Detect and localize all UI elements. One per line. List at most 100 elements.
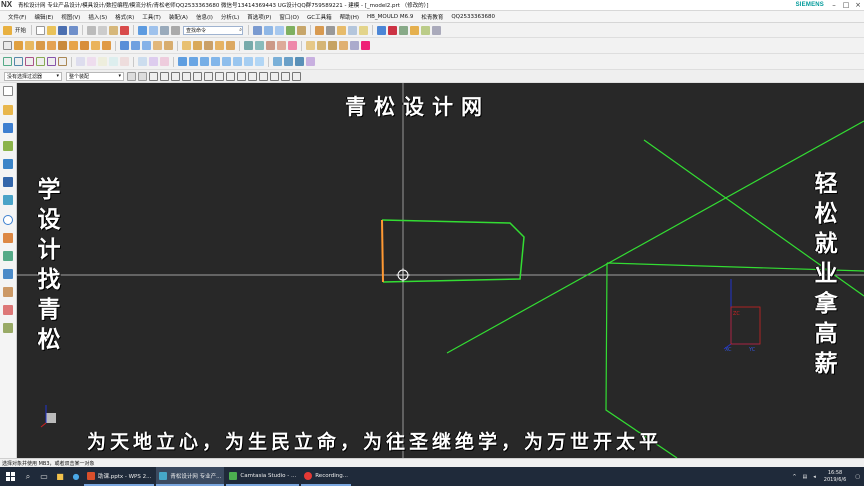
- synchronous-icon[interactable]: [361, 41, 370, 50]
- intersect-curve-icon[interactable]: [98, 57, 107, 66]
- edge-blend-icon[interactable]: [182, 41, 191, 50]
- subtract-icon[interactable]: [131, 41, 140, 50]
- trim-sheet-icon[interactable]: [273, 57, 282, 66]
- deselect-icon[interactable]: [138, 71, 147, 81]
- network-icon[interactable]: ▤: [800, 474, 811, 480]
- replace-face-icon[interactable]: [277, 41, 286, 50]
- menu-assembly[interactable]: 装配(A): [165, 13, 192, 21]
- select-all-icon[interactable]: [127, 71, 136, 81]
- swept-icon[interactable]: [200, 57, 209, 66]
- menu-format[interactable]: 格式(R): [111, 13, 138, 21]
- save-as-icon[interactable]: [69, 25, 79, 35]
- taskbar-app-nx[interactable]: 青松设计网 专业产...: [156, 467, 225, 486]
- selection-filter-dropdown[interactable]: 没有选择过滤器 ▾: [4, 71, 62, 81]
- offset-curve-icon[interactable]: [76, 57, 85, 66]
- pocket-icon[interactable]: [58, 41, 67, 50]
- process-studio-icon[interactable]: [3, 251, 13, 261]
- menu-information[interactable]: 信息(I): [192, 13, 217, 21]
- extend-sheet-icon[interactable]: [284, 57, 293, 66]
- delete-icon[interactable]: [120, 25, 130, 35]
- manufacturing-wizards-icon[interactable]: [3, 269, 13, 279]
- close-button[interactable]: ×: [852, 1, 864, 9]
- snap-pole-icon[interactable]: [292, 71, 301, 81]
- snap-intersection-icon[interactable]: [182, 71, 191, 81]
- snap-icon[interactable]: [388, 25, 398, 35]
- helix-icon[interactable]: [47, 57, 56, 66]
- trim-body-icon[interactable]: [153, 41, 162, 50]
- menu-qq[interactable]: QQ2533363680: [447, 14, 499, 20]
- bridge-curve-icon[interactable]: [109, 57, 118, 66]
- menu-songqing[interactable]: 松青教育: [417, 13, 447, 21]
- x-form-icon[interactable]: [306, 57, 315, 66]
- offset-surface-icon[interactable]: [295, 57, 304, 66]
- hole-icon[interactable]: [36, 41, 45, 50]
- through-mesh-icon[interactable]: [189, 57, 198, 66]
- orient-view-icon[interactable]: [337, 25, 347, 35]
- snap-arc-center-icon[interactable]: [259, 71, 268, 81]
- measure-icon[interactable]: [399, 25, 409, 35]
- through-curves-icon[interactable]: [178, 57, 187, 66]
- hd3d-tools-icon[interactable]: [3, 177, 13, 187]
- menu-view[interactable]: 视图(V): [57, 13, 84, 21]
- move-face-icon[interactable]: [266, 41, 275, 50]
- bounded-plane-icon[interactable]: [233, 57, 242, 66]
- save-icon[interactable]: [58, 25, 68, 35]
- circle-icon[interactable]: [25, 57, 34, 66]
- menu-tools[interactable]: 工具(T): [138, 13, 165, 21]
- snap-control-icon[interactable]: [171, 71, 180, 81]
- touch-mode-icon[interactable]: [171, 25, 181, 35]
- snap-endpoint-icon[interactable]: [149, 71, 158, 81]
- snap-on-face-icon[interactable]: [226, 71, 235, 81]
- chamfer-icon[interactable]: [193, 41, 202, 50]
- repeat-command-icon[interactable]: [160, 25, 170, 35]
- copy-icon[interactable]: [98, 25, 108, 35]
- wireframe-view-icon[interactable]: [326, 25, 336, 35]
- browser-icon[interactable]: ●: [68, 467, 84, 486]
- trim-curve-icon[interactable]: [138, 57, 147, 66]
- intersect-icon[interactable]: [142, 41, 151, 50]
- snap-tangent-icon[interactable]: [270, 71, 279, 81]
- material-icon[interactable]: [421, 25, 431, 35]
- text-icon[interactable]: [58, 57, 67, 66]
- menu-gc-toolkit[interactable]: GC工具箱: [303, 13, 336, 21]
- layout-icon[interactable]: [253, 25, 263, 35]
- revolve-icon[interactable]: [25, 41, 34, 50]
- taskbar-app-wps[interactable]: 助课.pptx - WPS 2...: [84, 467, 155, 486]
- undo-icon[interactable]: [138, 25, 148, 35]
- snap-bounded-grid-icon[interactable]: [281, 71, 290, 81]
- grid-icon[interactable]: [432, 25, 442, 35]
- menu-help[interactable]: 帮助(H): [336, 13, 363, 21]
- volume-icon[interactable]: ◂: [810, 474, 819, 480]
- highlighted-sketch-edge[interactable]: [381, 219, 384, 283]
- task-view-icon[interactable]: ▭: [36, 467, 52, 486]
- web-browser-icon[interactable]: [3, 195, 13, 205]
- snap-existing-point-icon[interactable]: [248, 71, 257, 81]
- sketch-icon[interactable]: [3, 41, 12, 50]
- start-button[interactable]: [0, 467, 20, 486]
- datum-axis-icon[interactable]: [317, 41, 326, 50]
- zoom-icon[interactable]: [275, 25, 285, 35]
- point-icon[interactable]: [339, 41, 348, 50]
- draft-icon[interactable]: [215, 41, 224, 50]
- divide-curve-icon[interactable]: [149, 57, 158, 66]
- cut-icon[interactable]: [87, 25, 97, 35]
- select-icon[interactable]: [377, 25, 387, 35]
- search-icon[interactable]: ⌕: [20, 467, 36, 486]
- boss-icon[interactable]: [47, 41, 56, 50]
- project-curve-icon[interactable]: [87, 57, 96, 66]
- taskbar-app-recording[interactable]: Recording...: [301, 467, 351, 486]
- sew-icon[interactable]: [244, 57, 253, 66]
- expression-icon[interactable]: [350, 41, 359, 50]
- menu-analysis[interactable]: 分析(L): [217, 13, 243, 21]
- cylinder-icon[interactable]: [80, 41, 89, 50]
- shell-icon[interactable]: [204, 41, 213, 50]
- section-icon[interactable]: [410, 25, 420, 35]
- minimize-button[interactable]: –: [828, 1, 840, 9]
- snap-midpoint-icon[interactable]: [160, 71, 169, 81]
- sphere-icon[interactable]: [102, 41, 111, 50]
- part-navigator-icon[interactable]: [3, 141, 13, 151]
- spline-icon[interactable]: [36, 57, 45, 66]
- menu-file[interactable]: 文件(F): [4, 13, 30, 21]
- show-hide-icon[interactable]: [359, 25, 369, 35]
- datum-csys-icon[interactable]: [328, 41, 337, 50]
